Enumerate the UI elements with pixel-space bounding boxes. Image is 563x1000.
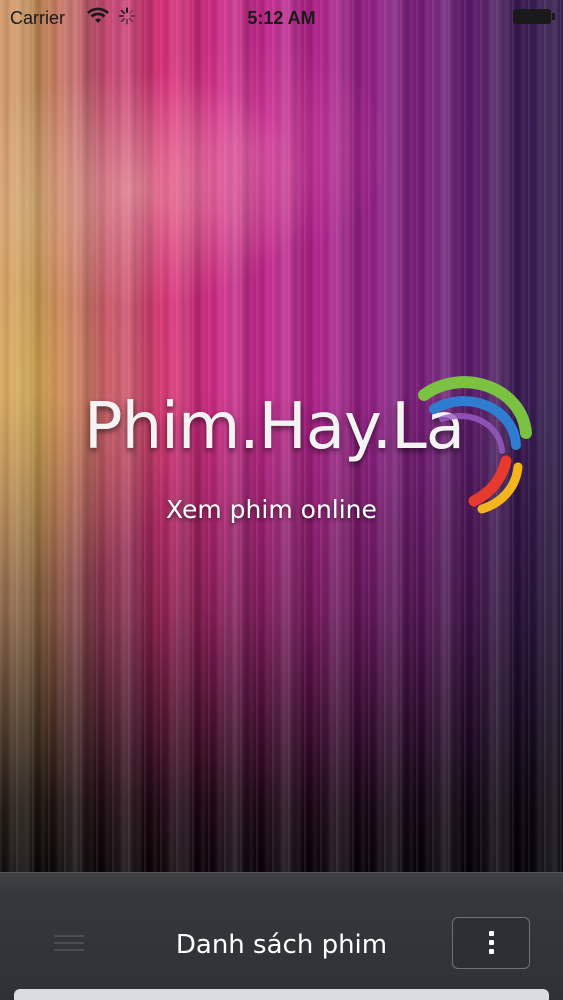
app-logo: Phim.Hay.La Xem phim online: [84, 376, 544, 535]
bottom-toolbar: Danh sách phim: [0, 872, 563, 1000]
vertical-dots-icon: [489, 931, 494, 955]
more-options-button[interactable]: [452, 917, 530, 969]
status-time: 5:12 AM: [247, 8, 316, 28]
logo-tagline: Xem phim online: [166, 495, 377, 524]
status-bar: Carrier 5:12 AM: [0, 0, 563, 36]
app-screen: Carrier 5:12 AM Phim.Hay.La Xem phim onl…: [0, 0, 563, 1000]
battery-icon: [513, 9, 555, 24]
content-panel-edge: [14, 989, 549, 1000]
logo-swoosh-icon: [418, 376, 532, 514]
